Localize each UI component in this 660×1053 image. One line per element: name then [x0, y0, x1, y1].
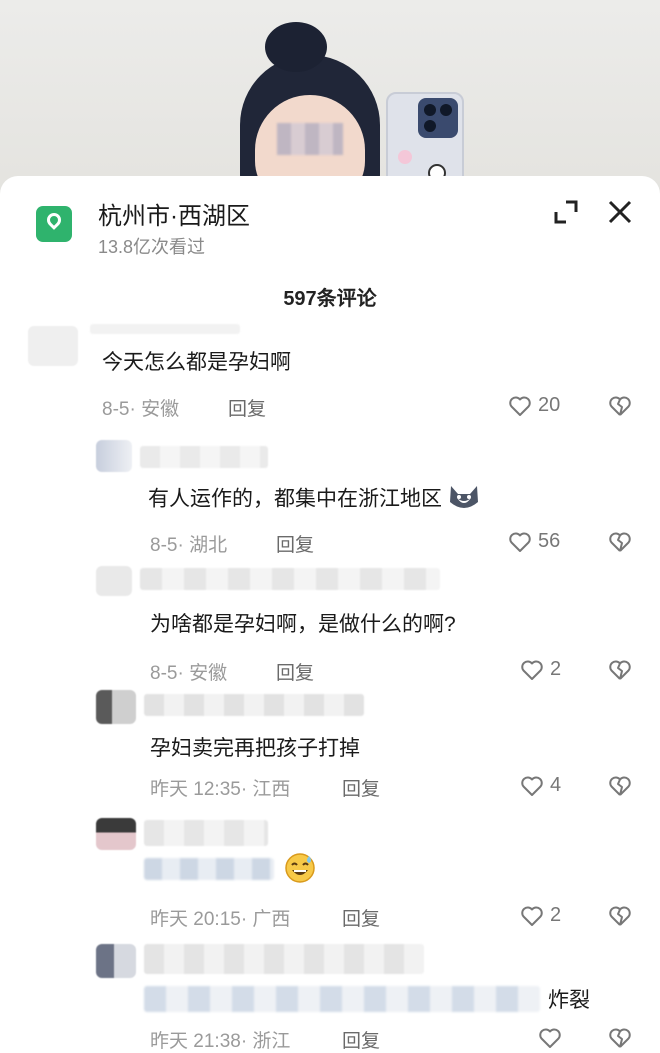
person-image	[225, 0, 395, 200]
comment-text: 有人运作的，都集中在浙江地区	[148, 482, 480, 518]
reply-button[interactable]: 回复	[228, 394, 266, 421]
reply-button[interactable]: 回复	[276, 530, 314, 557]
face-mosaic	[277, 123, 343, 155]
like-count: 4	[550, 774, 562, 796]
husky-emoji-icon	[448, 482, 480, 518]
like-count: 2	[550, 904, 562, 926]
close-icon[interactable]	[606, 198, 634, 226]
broken-heart-icon[interactable]	[608, 904, 632, 928]
heart-icon[interactable]	[520, 774, 544, 798]
comment-meta: 8-5· 安徽	[102, 399, 180, 420]
username-mosaic	[144, 820, 268, 846]
comment-text: 炸裂	[548, 989, 590, 1012]
reply-button[interactable]: 回复	[342, 774, 380, 801]
heart-icon[interactable]	[508, 394, 532, 418]
heart-icon[interactable]	[508, 530, 532, 554]
avatar[interactable]	[96, 690, 136, 724]
comment-text-mosaic	[144, 986, 540, 1012]
comment-meta: 8-5· 湖北	[150, 535, 228, 556]
location-pin-icon[interactable]	[36, 206, 72, 242]
username-mosaic	[144, 944, 424, 974]
comment-text: 今天怎么都是孕妇啊	[102, 351, 291, 374]
username-mosaic	[140, 568, 440, 590]
comment-meta: 昨天 12:35· 江西	[150, 779, 291, 800]
comment-meta: 昨天 21:38· 浙江	[150, 1031, 291, 1052]
broken-heart-icon[interactable]	[608, 658, 632, 682]
comment-text-mosaic	[144, 858, 274, 880]
comment-text	[284, 852, 316, 890]
heart-icon[interactable]	[520, 658, 544, 682]
comment-meta: 8-5· 安徽	[150, 663, 228, 684]
sweat-smile-emoji-icon	[284, 852, 316, 890]
broken-heart-icon[interactable]	[608, 1026, 632, 1050]
avatar[interactable]	[96, 440, 132, 472]
like-count: 2	[550, 658, 562, 680]
heart-icon[interactable]	[520, 904, 544, 928]
username-mosaic	[144, 694, 364, 716]
location-title[interactable]: 杭州市·西湖区	[98, 196, 250, 231]
video-background	[0, 0, 660, 200]
location-views: 13.8亿次看过	[98, 237, 206, 257]
like-count: 20	[538, 394, 561, 416]
reply-button[interactable]: 回复	[342, 904, 380, 931]
broken-heart-icon[interactable]	[608, 530, 632, 554]
broken-heart-icon[interactable]	[608, 394, 632, 418]
broken-heart-icon[interactable]	[608, 774, 632, 798]
comment-meta: 昨天 20:15· 广西	[150, 909, 291, 930]
username-mosaic	[140, 446, 268, 468]
heart-icon[interactable]	[538, 1026, 562, 1050]
avatar[interactable]	[28, 326, 78, 366]
reply-button[interactable]: 回复	[276, 658, 314, 685]
comment-count: 597条评论	[283, 288, 377, 310]
comments-sheet: 杭州市·西湖区 13.8亿次看过 597条评论 今天怎么都是孕妇啊 8-5· 安…	[0, 176, 660, 1053]
comment-text: 为啥都是孕妇啊，是做什么的啊?	[150, 613, 456, 636]
like-count: 56	[538, 530, 561, 552]
username-mosaic	[90, 324, 240, 334]
avatar[interactable]	[96, 818, 136, 850]
reply-button[interactable]: 回复	[342, 1026, 380, 1053]
avatar[interactable]	[96, 566, 132, 596]
expand-icon[interactable]	[552, 198, 580, 226]
comment-text: 孕妇卖完再把孩子打掉	[150, 737, 360, 760]
avatar[interactable]	[96, 944, 136, 978]
